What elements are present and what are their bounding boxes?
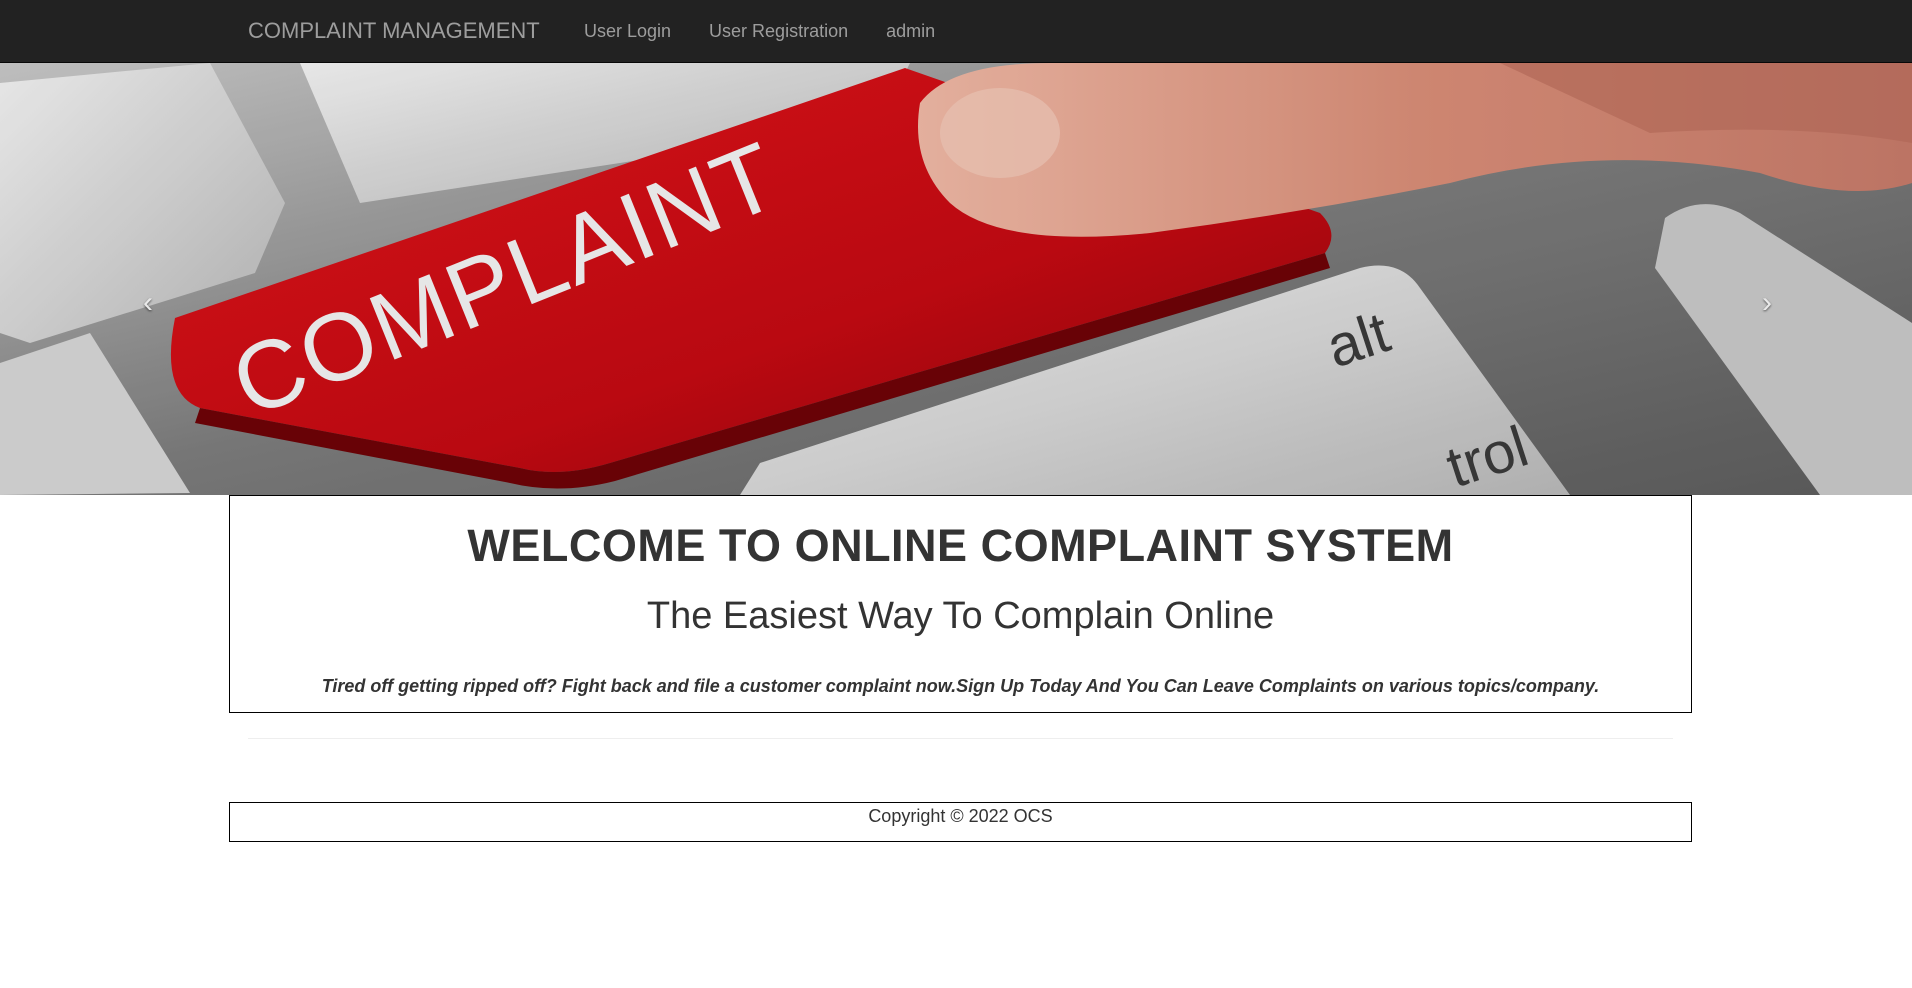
welcome-heading: WELCOME TO ONLINE COMPLAINT SYSTEM	[467, 520, 1454, 571]
page-footer: Copyright © 2022 OCS	[229, 802, 1692, 842]
nav-links: User Login User Registration admin	[565, 0, 954, 63]
carousel-slide-image: alt trol COMPLAINT	[0, 63, 1912, 495]
nav-admin[interactable]: admin	[867, 0, 954, 63]
section-divider	[248, 738, 1673, 739]
welcome-tagline: Tired off getting ripped off? Fight back…	[321, 676, 1600, 696]
top-navbar: COMPLAINT MANAGEMENT User Login User Reg…	[0, 0, 1912, 63]
carousel-next-icon[interactable]: ›	[1762, 288, 1772, 318]
nav-user-registration[interactable]: User Registration	[690, 0, 867, 63]
copyright-text: Copyright © 2022 OCS	[868, 806, 1053, 826]
welcome-panel: WELCOME TO ONLINE COMPLAINT SYSTEM The E…	[229, 495, 1692, 713]
carousel-prev-icon[interactable]: ‹	[143, 288, 153, 318]
welcome-subheading: The Easiest Way To Complain Online	[646, 595, 1275, 637]
hero-carousel: alt trol COMPLAINT ‹ ›	[0, 63, 1912, 495]
brand-link[interactable]: COMPLAINT MANAGEMENT	[248, 0, 540, 63]
nav-user-login[interactable]: User Login	[565, 0, 690, 63]
